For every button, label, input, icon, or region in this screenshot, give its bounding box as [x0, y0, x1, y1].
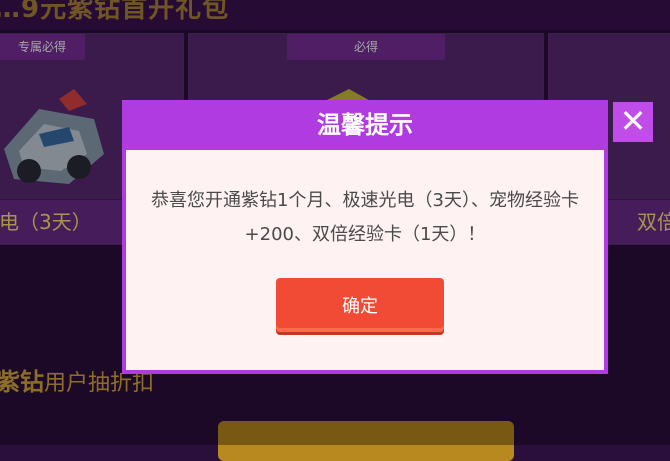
- confirm-button[interactable]: 确定: [276, 278, 444, 332]
- dialog-title: 温馨提示: [317, 111, 413, 139]
- dialog-body: 恭喜您开通紫钻1个月、极速光电（3天）、宠物经验卡+200、双倍经验卡（1天）！…: [126, 150, 604, 370]
- close-icon[interactable]: ✕: [613, 102, 653, 142]
- dialog-message: 恭喜您开通紫钻1个月、极速光电（3天）、宠物经验卡+200、双倍经验卡（1天）！: [151, 190, 579, 245]
- notice-dialog: 温馨提示 ✕ 恭喜您开通紫钻1个月、极速光电（3天）、宠物经验卡+200、双倍经…: [122, 100, 653, 374]
